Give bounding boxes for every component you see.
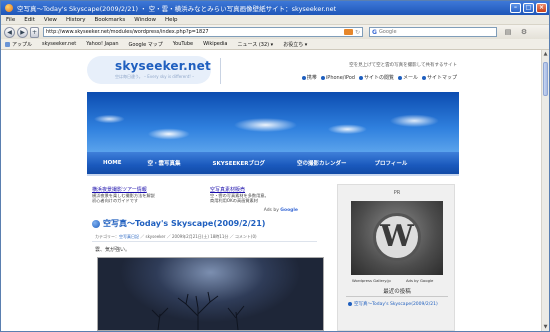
maximize-button[interactable]: □ (523, 3, 534, 13)
ad-block: 横浜夜景撮影ツアー情報 横浜夜景を楽しむ撮影方法を解説 初心者向けのガイドです … (92, 186, 320, 213)
menu-bar: File Edit View History Bookmarks Window … (1, 15, 549, 25)
post-category-link[interactable]: 空写真日記 (119, 234, 139, 239)
bookmark-folder[interactable]: お役立ち ▾ (283, 41, 307, 48)
menu-history[interactable]: History (66, 17, 86, 23)
menu-window[interactable]: Window (134, 17, 156, 23)
ads-by-google[interactable]: Ads by Google (264, 208, 298, 213)
header-link-mail[interactable]: メール (397, 74, 418, 81)
back-button[interactable]: ◀ (4, 26, 15, 38)
nav-calendar[interactable]: 空の撮影カレンダー (297, 159, 347, 167)
header-links: 携帯 iPhone/iPod サイトの閲覧 メール サイトマップ (301, 74, 457, 81)
menu-file[interactable]: File (6, 17, 15, 23)
vertical-scrollbar[interactable]: ▲ ▼ (541, 50, 549, 331)
header-link-mobile[interactable]: 携帯 (301, 74, 317, 81)
bookmark-icon (5, 41, 10, 47)
nav-home[interactable]: HOME (103, 160, 122, 166)
header-link-browse[interactable]: サイトの閲覧 (358, 74, 394, 81)
sidebar-ads-by-google[interactable]: Ads by Google (406, 278, 433, 283)
title-bar: 空写真～Today's Skyscape(2009/2/21) ・ 空・雲・横浜… (1, 1, 549, 15)
bookmark-item[interactable]: アップル (5, 41, 32, 48)
bookmark-item[interactable]: skyseeker.net (42, 41, 76, 47)
link-bullet-icon (320, 75, 325, 80)
nav-blog[interactable]: SKYSEEKERブログ (213, 159, 265, 167)
page-viewport: skyseeker.net 空は毎日違う。 – Every sky is dif… (1, 50, 549, 331)
window-controls: – □ × (510, 3, 547, 13)
close-button[interactable]: × (536, 3, 547, 13)
wordpress-ad-caption[interactable]: Wordpress Gallery.jp (352, 278, 391, 283)
menu-help[interactable]: Help (165, 17, 178, 23)
rss-icon[interactable] (343, 29, 353, 35)
pr-label: PR (393, 190, 401, 196)
main-navigation: HOME 空・雲写真集 SKYSEEKERブログ 空の撮影カレンダー プロフィー… (87, 152, 459, 176)
address-bar[interactable]: http://www.skyseeker.net/modules/wordpre… (43, 27, 363, 37)
scrollbar-thumb[interactable] (543, 62, 548, 96)
recent-post-item[interactable]: 空写真～Today's Skyscape(2009/2/21) (348, 301, 438, 307)
bookmark-item[interactable]: Google マップ (129, 41, 163, 48)
page-menu-icon[interactable]: ▤ (503, 27, 513, 37)
site-description: 空を見上げて空と雲の写真を撮影して共有するサイト (349, 63, 457, 68)
wordpress-logo-icon: W (373, 213, 421, 261)
bookmark-item[interactable]: Wikipedia (203, 41, 227, 47)
main-content: 横浜夜景撮影ツアー情報 横浜夜景を楽しむ撮影方法を解説 初心者向けのガイドです … (87, 180, 327, 331)
site-header: skyseeker.net 空は毎日違う。 – Every sky is dif… (87, 50, 459, 92)
browser-window: 空写真～Today's Skyscape(2009/2/21) ・ 空・雲・横浜… (0, 0, 550, 332)
bookmarks-bar: アップル skyseeker.net Yahoo! Japan Google マ… (1, 39, 549, 50)
search-input[interactable]: G Google (369, 27, 497, 37)
ad-title[interactable]: 横浜夜景撮影ツアー情報 (92, 186, 202, 193)
ad-body-line: 商用利用OKの高画質素材 (210, 198, 258, 203)
scroll-down-arrow-icon[interactable]: ▼ (542, 323, 549, 331)
browser-app-icon (5, 4, 13, 12)
menu-bookmarks[interactable]: Bookmarks (95, 17, 126, 23)
web-page: skyseeker.net 空は毎日違う。 – Every sky is dif… (87, 50, 459, 331)
link-bullet-icon (301, 75, 306, 80)
navigation-toolbar: ◀ ▶ + http://www.skyseeker.net/modules/w… (1, 25, 549, 39)
search-placeholder: Google (378, 29, 397, 35)
ad-body-line: 初心者向けのガイドです (92, 198, 139, 203)
sidebar: PR W Wordpress Gallery.jp Ads by Google … (337, 184, 455, 331)
bookmark-folder[interactable]: ニュース (32) ▾ (237, 41, 273, 48)
post-text: 雲、気が強い。 (95, 247, 131, 253)
post-photo[interactable] (97, 257, 324, 331)
scroll-up-arrow-icon[interactable]: ▲ (542, 50, 549, 58)
menu-view[interactable]: View (44, 17, 57, 23)
window-title: 空写真～Today's Skyscape(2009/2/21) ・ 空・雲・横浜… (17, 5, 337, 13)
ad-unit[interactable]: 横浜夜景撮影ツアー情報 横浜夜景を楽しむ撮影方法を解説 初心者向けのガイドです (92, 186, 202, 203)
minimize-button[interactable]: – (510, 3, 521, 13)
site-logo[interactable]: skyseeker.net (115, 59, 211, 73)
ad-title[interactable]: 空写真素材販売 (210, 186, 320, 193)
link-bullet-icon (421, 75, 426, 80)
post-title: 空写真～Today's Skyscape(2009/2/21) (92, 218, 265, 229)
link-bullet-icon (397, 75, 402, 80)
ad-unit[interactable]: 空写真素材販売 空・雲の写真素材を多数用意。 商用利用OKの高画質素材 (210, 186, 320, 203)
url-text: http://www.skyseeker.net/modules/wordpre… (46, 29, 209, 35)
nav-photo-gallery[interactable]: 空・雲写真集 (148, 159, 181, 167)
bullet-icon (348, 302, 352, 306)
recent-posts-heading: 最近の投稿 (383, 289, 411, 295)
bookmark-item[interactable]: YouTube (173, 41, 193, 47)
post-title-icon (92, 219, 100, 228)
post-divider (92, 241, 317, 242)
reload-icon[interactable]: ↻ (355, 29, 360, 36)
sky-banner-image (87, 92, 459, 152)
logo-tagline: 空は毎日違う。 – Every sky is different! – (115, 74, 195, 79)
google-search-icon: G (372, 28, 377, 36)
nav-profile[interactable]: プロフィール (374, 159, 407, 167)
wordpress-ad-banner[interactable]: W (351, 201, 443, 275)
header-link-iphone[interactable]: iPhone/iPod (320, 74, 355, 81)
menu-edit[interactable]: Edit (24, 17, 35, 23)
link-bullet-icon (358, 75, 363, 80)
bookmark-item[interactable]: Yahoo! Japan (86, 41, 118, 47)
recent-posts-divider (346, 296, 448, 297)
gear-icon[interactable]: ⚙ (519, 27, 529, 37)
header-link-sitemap[interactable]: サイトマップ (421, 74, 457, 81)
post-meta: カテゴリー：空写真日記 ／ skyseeker ／ 2009年2月21日(土) … (95, 234, 257, 239)
add-bookmark-button[interactable]: + (30, 26, 39, 38)
post-title-text[interactable]: 空写真～Today's Skyscape(2009/2/21) (103, 218, 265, 229)
header-divider (220, 58, 221, 84)
forward-button[interactable]: ▶ (17, 26, 28, 38)
tree-silhouette (151, 291, 245, 330)
